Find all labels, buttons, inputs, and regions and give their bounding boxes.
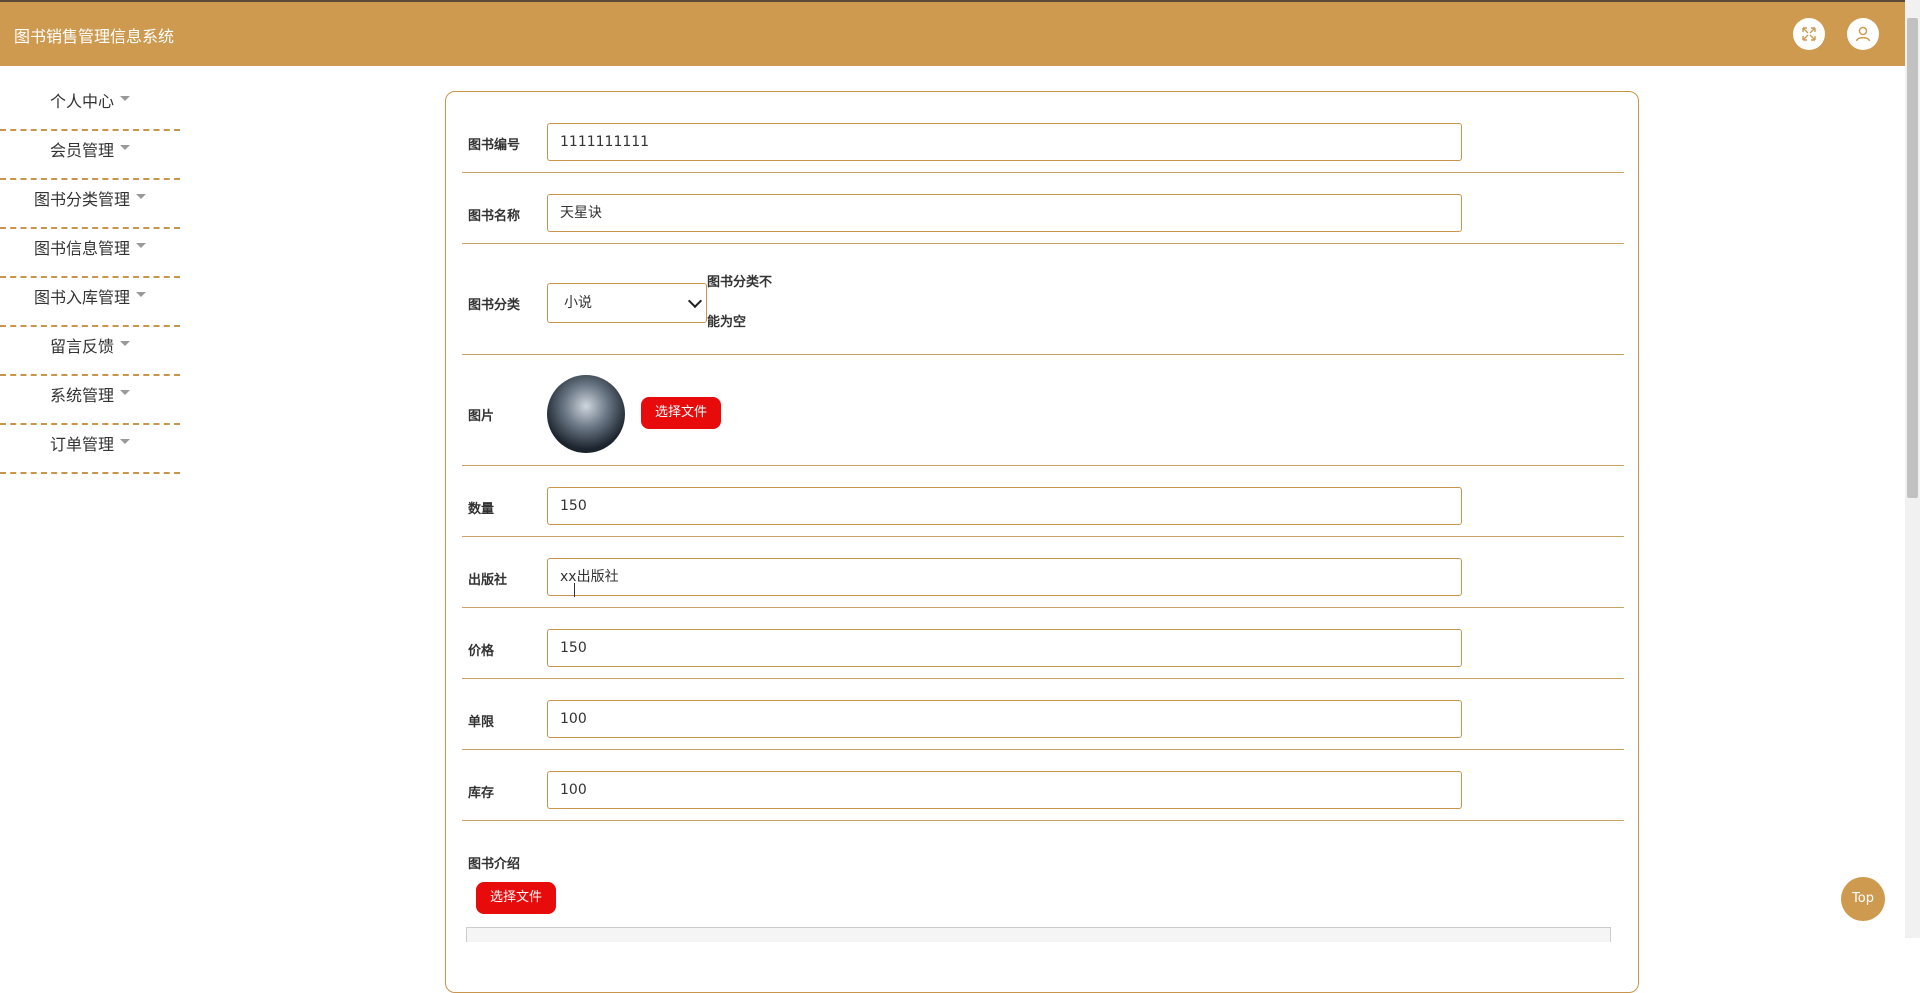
publisher-input[interactable]: xx出版社: [547, 558, 1462, 596]
category-select[interactable]: 小说: [547, 283, 707, 323]
form-panel: 图书编号 1111111111 图书名称 天星诀 图书分类 小说 图书分类不 能…: [445, 91, 1639, 993]
app-header: 图书销售管理信息系统: [0, 2, 1905, 66]
book-no-input[interactable]: 1111111111: [547, 123, 1462, 161]
expand-icon: [1802, 27, 1816, 41]
category-select-value: 小说: [564, 295, 592, 311]
caret-down-icon: [120, 341, 130, 346]
price-label: 价格: [468, 644, 495, 659]
form-row-price: 价格 150: [462, 607, 1624, 679]
back-to-top-button[interactable]: Top: [1841, 877, 1885, 921]
sidebar-item-personal-center[interactable]: 个人中心: [0, 82, 180, 131]
publisher-label: 出版社: [468, 573, 508, 588]
sidebar: 个人中心 会员管理 图书分类管理 图书信息管理 图书入库管理 留言反馈 系统管理…: [0, 82, 180, 474]
user-icon: [1855, 26, 1871, 42]
choose-intro-file-button[interactable]: 选择文件: [476, 882, 556, 914]
sidebar-item-label: 图书入库管理: [33, 288, 130, 307]
sidebar-item-label: 系统管理: [49, 386, 114, 405]
form-row-category: 图书分类 小说 图书分类不 能为空: [462, 243, 1624, 355]
category-label: 图书分类: [468, 298, 521, 313]
caret-down-icon: [120, 439, 130, 444]
intro-label: 图书介绍: [468, 857, 521, 872]
text-cursor-icon: [574, 583, 577, 597]
sidebar-item-order-management[interactable]: 订单管理: [0, 425, 180, 474]
caret-down-icon: [136, 292, 146, 297]
sidebar-item-label: 订单管理: [49, 435, 114, 454]
image-label: 图片: [468, 409, 495, 424]
stock-input[interactable]: 100: [547, 771, 1462, 809]
quantity-label: 数量: [468, 502, 495, 517]
caret-down-icon: [136, 243, 146, 248]
sidebar-item-label: 会员管理: [49, 141, 114, 160]
form-row-intro: 图书介绍 选择文件: [462, 820, 1624, 940]
sidebar-item-category-management[interactable]: 图书分类管理: [0, 180, 180, 229]
scrollbar-thumb[interactable]: [1907, 18, 1918, 498]
limit-label: 单限: [468, 715, 495, 730]
form-row-stock: 库存 100: [462, 749, 1624, 821]
limit-input[interactable]: 100: [547, 700, 1462, 738]
sidebar-item-member-management[interactable]: 会员管理: [0, 131, 180, 180]
sidebar-item-book-info-management[interactable]: 图书信息管理: [0, 229, 180, 278]
category-error-line1: 图书分类不: [707, 275, 773, 290]
book-name-input[interactable]: 天星诀: [547, 194, 1462, 232]
stock-label: 库存: [468, 786, 495, 801]
sidebar-item-feedback[interactable]: 留言反馈: [0, 327, 180, 376]
user-button[interactable]: [1847, 18, 1879, 50]
caret-down-icon: [120, 390, 130, 395]
sidebar-item-label: 留言反馈: [49, 337, 114, 356]
fullscreen-button[interactable]: [1793, 18, 1825, 50]
sidebar-item-system-management[interactable]: 系统管理: [0, 376, 180, 425]
category-error-line2: 能为空: [707, 315, 747, 330]
form-row-book-name: 图书名称 天星诀: [462, 172, 1624, 244]
sidebar-item-label: 图书分类管理: [33, 190, 130, 209]
app-title: 图书销售管理信息系统: [14, 27, 175, 46]
caret-down-icon: [136, 194, 146, 199]
sidebar-item-stock-in-management[interactable]: 图书入库管理: [0, 278, 180, 327]
form-row-limit: 单限 100: [462, 678, 1624, 750]
book-name-label: 图书名称: [468, 209, 521, 224]
form-row-book-no: 图书编号 1111111111: [462, 92, 1624, 173]
rich-text-editor-toolbar[interactable]: [466, 927, 1611, 942]
chevron-down-icon: [687, 293, 703, 309]
quantity-input[interactable]: 150: [547, 487, 1462, 525]
price-input[interactable]: 150: [547, 629, 1462, 667]
form-row-image: 图片 选择文件: [462, 354, 1624, 466]
choose-image-button[interactable]: 选择文件: [641, 397, 721, 429]
book-cover-image: [547, 375, 625, 453]
caret-down-icon: [120, 96, 130, 101]
caret-down-icon: [120, 145, 130, 150]
form-row-quantity: 数量 150: [462, 465, 1624, 537]
page-scrollbar[interactable]: [1905, 0, 1920, 938]
sidebar-item-label: 个人中心: [49, 92, 114, 111]
book-no-label: 图书编号: [468, 138, 521, 153]
sidebar-item-label: 图书信息管理: [33, 239, 130, 258]
form-row-publisher: 出版社 xx出版社: [462, 536, 1624, 608]
